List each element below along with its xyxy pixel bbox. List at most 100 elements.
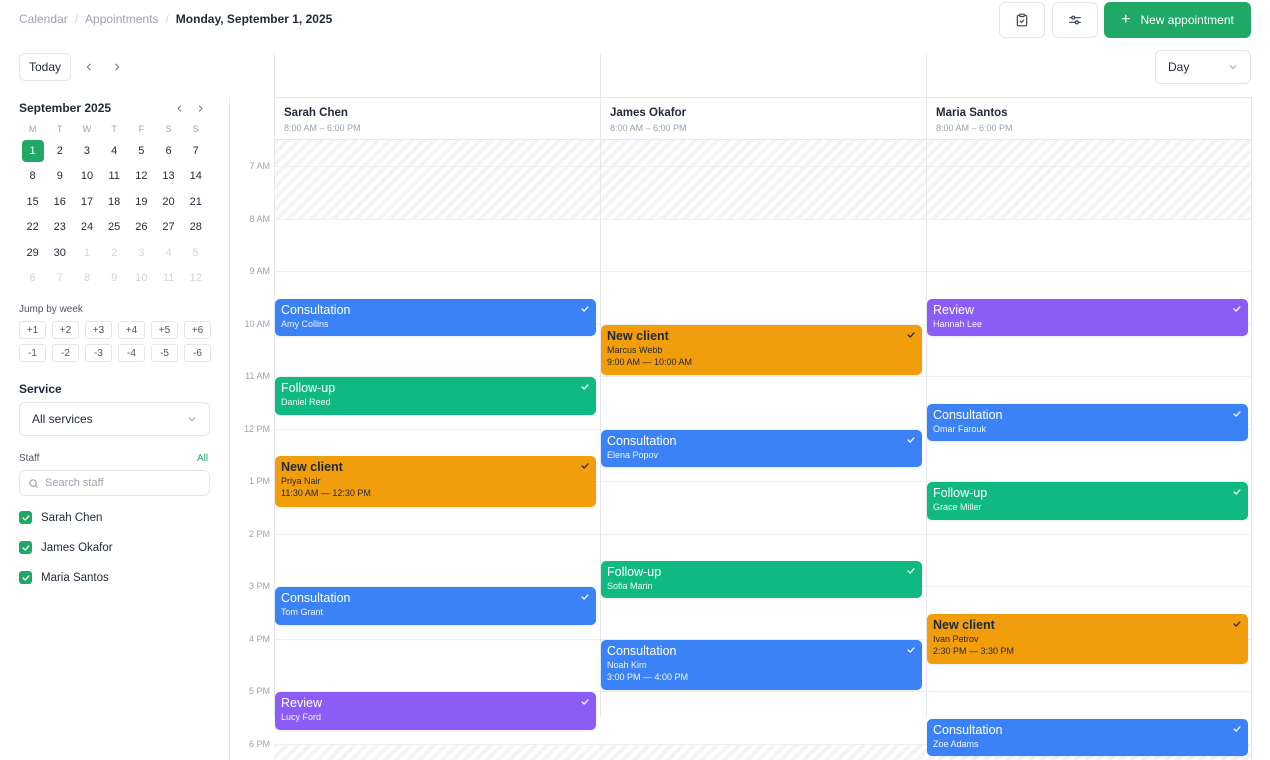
- calendar-day[interactable]: 15: [19, 191, 46, 213]
- appointment-card[interactable]: Review Hannah Lee: [927, 298, 1248, 336]
- appointment-card[interactable]: New client Marcus Webb 9:00 AM — 10:00 AM: [601, 324, 922, 376]
- staff-filter-item[interactable]: Sarah Chen: [19, 511, 102, 524]
- calendar-day[interactable]: 29: [19, 242, 46, 264]
- calendar-day[interactable]: 5: [182, 242, 209, 264]
- calendar-day[interactable]: 14: [182, 165, 209, 187]
- calendar-day[interactable]: 3: [73, 140, 100, 162]
- prev-month-button[interactable]: [172, 101, 186, 115]
- calendar-week-row: 15 16 17 18 19 20 21: [19, 189, 210, 215]
- appointment-card[interactable]: Consultation Elena Popov: [601, 429, 922, 468]
- jump-week-button[interactable]: -1: [19, 344, 46, 362]
- calendar-day[interactable]: 7: [46, 267, 73, 289]
- calendar-day[interactable]: 13: [155, 165, 182, 187]
- calendar-day[interactable]: 4: [155, 242, 182, 264]
- new-appointment-button[interactable]: + New appointment: [1104, 2, 1251, 38]
- jump-week-button[interactable]: -5: [151, 344, 178, 362]
- calendar-day[interactable]: 2: [101, 242, 128, 264]
- staff-select-all-link[interactable]: All: [197, 453, 208, 464]
- service-label: Service: [19, 382, 62, 396]
- jump-week-button[interactable]: +5: [151, 321, 178, 339]
- prev-day-button[interactable]: [80, 58, 98, 76]
- appointment-card[interactable]: New client Priya Nair 11:30 AM — 12:30 PM: [275, 456, 596, 507]
- appointment-card[interactable]: Consultation Zoe Adams: [927, 718, 1248, 756]
- calendar-day[interactable]: 12: [182, 267, 209, 289]
- view-select[interactable]: Day: [1155, 50, 1251, 84]
- staff-filter-item[interactable]: Maria Santos: [19, 571, 109, 584]
- breadcrumb-calendar[interactable]: Calendar: [19, 12, 68, 26]
- appointment-title: Consultation: [933, 722, 1003, 737]
- jump-week-button[interactable]: +6: [184, 321, 211, 339]
- jump-week-button[interactable]: +2: [52, 321, 79, 339]
- staff-checkbox[interactable]: [19, 571, 32, 584]
- appointment-card[interactable]: Review Lucy Ford: [275, 692, 596, 730]
- appointment-card[interactable]: Follow-up Daniel Reed: [275, 377, 596, 415]
- calendar-day[interactable]: 26: [128, 216, 155, 238]
- calendar-day[interactable]: 21: [182, 191, 209, 213]
- appointment-card[interactable]: New client Ivan Petrov 2:30 PM — 3:30 PM: [927, 613, 1248, 664]
- calendar-day[interactable]: 20: [155, 191, 182, 213]
- appointment-card[interactable]: Consultation Omar Farouk: [927, 403, 1248, 441]
- mini-calendar-title: September 2025: [19, 101, 112, 115]
- appointment-card[interactable]: Follow-up Sofia Marin: [601, 561, 922, 599]
- staff-checkbox[interactable]: [19, 511, 32, 524]
- calendar-day[interactable]: 9: [101, 267, 128, 289]
- calendar-day[interactable]: 10: [73, 165, 100, 187]
- calendar-day[interactable]: 11: [155, 267, 182, 289]
- appointment-title: Consultation: [607, 643, 677, 658]
- calendar-day[interactable]: 4: [101, 140, 128, 162]
- calendar-day[interactable]: 16: [46, 191, 73, 213]
- calendar-day[interactable]: 1: [73, 242, 100, 264]
- calendar-day[interactable]: 22: [19, 216, 46, 238]
- calendar-day[interactable]: 7: [182, 140, 209, 162]
- appointment-title: New client: [281, 460, 343, 474]
- appointment-card[interactable]: Consultation Amy Collins: [275, 298, 596, 336]
- jump-week-button[interactable]: +3: [85, 321, 112, 339]
- filter-settings-button[interactable]: [1052, 2, 1098, 38]
- clipboard-button[interactable]: [999, 2, 1045, 38]
- calendar-day[interactable]: 25: [101, 216, 128, 238]
- calendar-day[interactable]: 27: [155, 216, 182, 238]
- calendar-day[interactable]: 6: [155, 140, 182, 162]
- jump-week-button[interactable]: +4: [118, 321, 145, 339]
- calendar-day[interactable]: 8: [19, 165, 46, 187]
- jump-week-button[interactable]: -4: [118, 344, 145, 362]
- calendar-day[interactable]: 3: [128, 242, 155, 264]
- column-divider: [274, 54, 275, 717]
- next-month-button[interactable]: [193, 101, 207, 115]
- jump-week-button[interactable]: -6: [184, 344, 211, 362]
- calendar-day-number: 4: [111, 144, 118, 157]
- service-select[interactable]: All services: [19, 402, 210, 436]
- calendar-day[interactable]: 24: [73, 216, 100, 238]
- calendar-day[interactable]: 11: [101, 165, 128, 187]
- calendar-day[interactable]: 17: [73, 191, 100, 213]
- calendar-day[interactable]: 23: [46, 216, 73, 238]
- breadcrumb-appointments[interactable]: Appointments: [85, 12, 158, 26]
- staff-checkbox[interactable]: [19, 541, 32, 554]
- check-icon: [21, 544, 30, 551]
- calendar-day[interactable]: 30: [46, 242, 73, 264]
- weekday-label: S: [192, 124, 199, 134]
- calendar-day[interactable]: 10: [128, 267, 155, 289]
- calendar-day[interactable]: 5: [128, 140, 155, 162]
- calendar-day[interactable]: 9: [46, 165, 73, 187]
- appointment-card[interactable]: Consultation Tom Grant: [275, 587, 596, 625]
- jump-week-button[interactable]: -3: [85, 344, 112, 362]
- calendar-day[interactable]: 6: [19, 267, 46, 289]
- appointment-card[interactable]: Consultation Noah Kim 3:00 PM — 4:00 PM: [601, 639, 922, 691]
- staff-search-input[interactable]: Search staff: [19, 470, 210, 496]
- jump-week-button[interactable]: +1: [19, 321, 46, 339]
- staff-filter-item[interactable]: James Okafor: [19, 541, 113, 554]
- jump-week-button[interactable]: -2: [52, 344, 79, 362]
- time-label: 1 PM: [248, 476, 270, 487]
- calendar-day[interactable]: 28: [182, 216, 209, 238]
- appointment-card[interactable]: Follow-up Grace Miller: [927, 482, 1248, 520]
- weekday-label: M: [28, 124, 37, 134]
- calendar-day[interactable]: 18: [101, 191, 128, 213]
- calendar-day[interactable]: 8: [73, 267, 100, 289]
- today-button[interactable]: Today: [19, 53, 71, 81]
- calendar-day-selected[interactable]: 1: [19, 139, 46, 162]
- calendar-day[interactable]: 19: [128, 191, 155, 213]
- calendar-day[interactable]: 2: [46, 140, 73, 162]
- calendar-day[interactable]: 12: [128, 165, 155, 187]
- next-day-button[interactable]: [108, 58, 126, 76]
